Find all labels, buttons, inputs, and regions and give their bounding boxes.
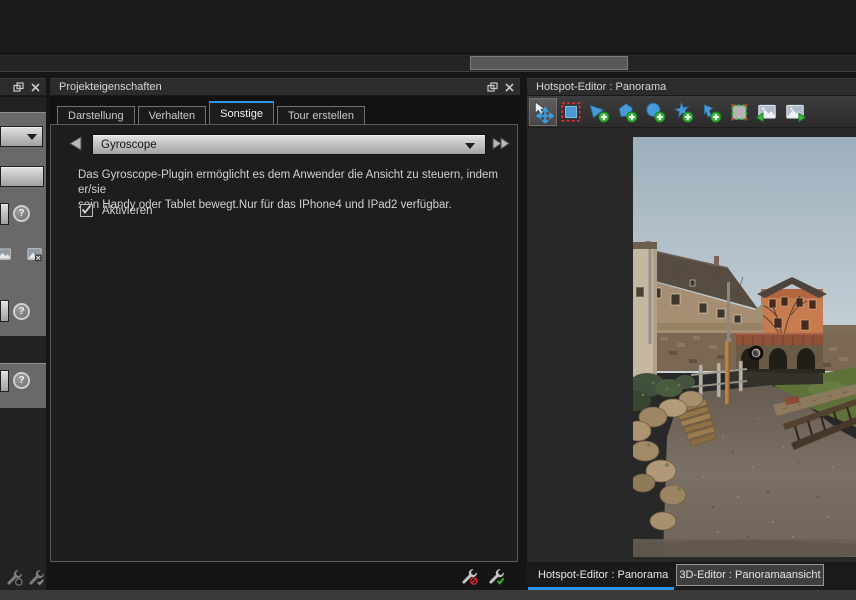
left-panel-field[interactable] [0, 203, 9, 225]
left-panel-field[interactable] [0, 300, 9, 322]
wrench-cancel-icon [5, 568, 23, 586]
clear-image-button[interactable] [26, 247, 43, 267]
hotspot-editor-titlebar: Hotspot-Editor : Panorama [527, 78, 856, 96]
image-remove-icon [26, 247, 43, 262]
close-panel-button[interactable] [29, 81, 41, 93]
select-hotspot-button[interactable] [557, 98, 585, 126]
arrow-left-icon [67, 136, 84, 151]
chevron-down-icon [465, 143, 475, 149]
toolbar-scroll-thumb[interactable] [470, 56, 628, 70]
panel-title: Projekteigenschaften [50, 81, 162, 93]
menu-area [0, 0, 856, 54]
add-ellipse-hotspot-button[interactable] [641, 98, 669, 126]
tab-tour-erstellen[interactable]: Tour erstellen [277, 106, 365, 124]
sonstige-tab-content: Gyroscope Das Gyroscope-Plugin ermöglich… [50, 124, 518, 562]
float-icon [13, 82, 24, 93]
discard-changes-button-disabled [5, 568, 23, 586]
add-star-hotspot-button[interactable] [669, 98, 697, 126]
left-panel-button[interactable] [0, 166, 44, 187]
next-property-button[interactable] [491, 136, 512, 156]
chevron-down-icon [27, 134, 37, 140]
left-panel-dropdown[interactable] [0, 126, 43, 147]
close-icon [31, 83, 40, 92]
image-next-icon [784, 101, 806, 123]
add-point-hotspot-button[interactable] [697, 98, 725, 126]
apply-changes-button[interactable] [487, 567, 505, 585]
wrench-apply-icon [27, 568, 45, 586]
move-tool-button[interactable] [529, 98, 557, 126]
help-button[interactable]: ? [13, 372, 30, 389]
add-area-button[interactable] [725, 98, 753, 126]
star-icon [672, 101, 694, 123]
plugin-select-value: Gyroscope [101, 139, 157, 151]
left-panel-titlebar [0, 78, 46, 96]
tab-verhalten[interactable]: Verhalten [138, 106, 206, 124]
panorama-viewport[interactable] [527, 128, 856, 562]
wrench-apply-icon [487, 567, 505, 585]
discard-changes-button[interactable] [460, 567, 478, 585]
image-prev-icon [756, 101, 778, 123]
aktivieren-checkbox-row[interactable]: Aktivieren [80, 204, 153, 217]
tab-sonstige[interactable]: Sonstige [209, 101, 274, 124]
arrow-right-double-icon [491, 136, 512, 151]
float-icon [487, 82, 498, 93]
polygon-icon [616, 101, 638, 123]
checkbox-checked[interactable] [80, 204, 93, 217]
next-image-button[interactable] [781, 98, 809, 126]
ellipse-icon [644, 101, 666, 123]
area-icon [728, 101, 750, 123]
project-tab-bar: Darstellung Verhalten Sonstige Tour erst… [50, 96, 520, 124]
panorama-image[interactable] [633, 137, 856, 557]
triangle-icon [588, 101, 610, 123]
tab-darstellung[interactable]: Darstellung [57, 106, 135, 124]
image-slot-button[interactable] [0, 247, 12, 267]
tab-hotspot-editor[interactable]: Hotspot-Editor : Panorama [528, 562, 674, 587]
wrench-cancel-icon [460, 567, 478, 585]
add-triangle-hotspot-button[interactable] [585, 98, 613, 126]
close-panel-button[interactable] [503, 81, 515, 93]
plugin-select[interactable]: Gyroscope [92, 134, 486, 155]
image-icon [0, 247, 12, 262]
project-panel-titlebar: Projekteigenschaften [50, 78, 520, 96]
float-panel-button[interactable] [486, 81, 498, 93]
hotspot-toolbar [527, 96, 856, 128]
left-panel-field[interactable] [0, 370, 9, 392]
previous-property-button[interactable] [67, 136, 84, 156]
top-toolstrip [0, 54, 856, 72]
tab-3d-editor[interactable]: 3D-Editor : Panoramaansicht [676, 564, 824, 586]
hotspot-marker[interactable] [750, 347, 762, 359]
help-button[interactable]: ? [13, 303, 30, 320]
editor-tab-bar: Hotspot-Editor : Panorama 3D-Editor : Pa… [527, 562, 856, 590]
float-panel-button[interactable] [12, 81, 24, 93]
checkmark-icon [80, 203, 93, 216]
panel-title: Hotspot-Editor : Panorama [527, 81, 666, 93]
checkbox-label: Aktivieren [102, 205, 153, 217]
move-icon [532, 101, 554, 123]
point-icon [700, 101, 722, 123]
status-strip [0, 590, 856, 600]
selection-icon [560, 101, 582, 123]
help-button[interactable]: ? [13, 205, 30, 222]
previous-image-button[interactable] [753, 98, 781, 126]
close-icon [505, 83, 514, 92]
apply-changes-button-disabled [27, 568, 45, 586]
add-polygon-hotspot-button[interactable] [613, 98, 641, 126]
